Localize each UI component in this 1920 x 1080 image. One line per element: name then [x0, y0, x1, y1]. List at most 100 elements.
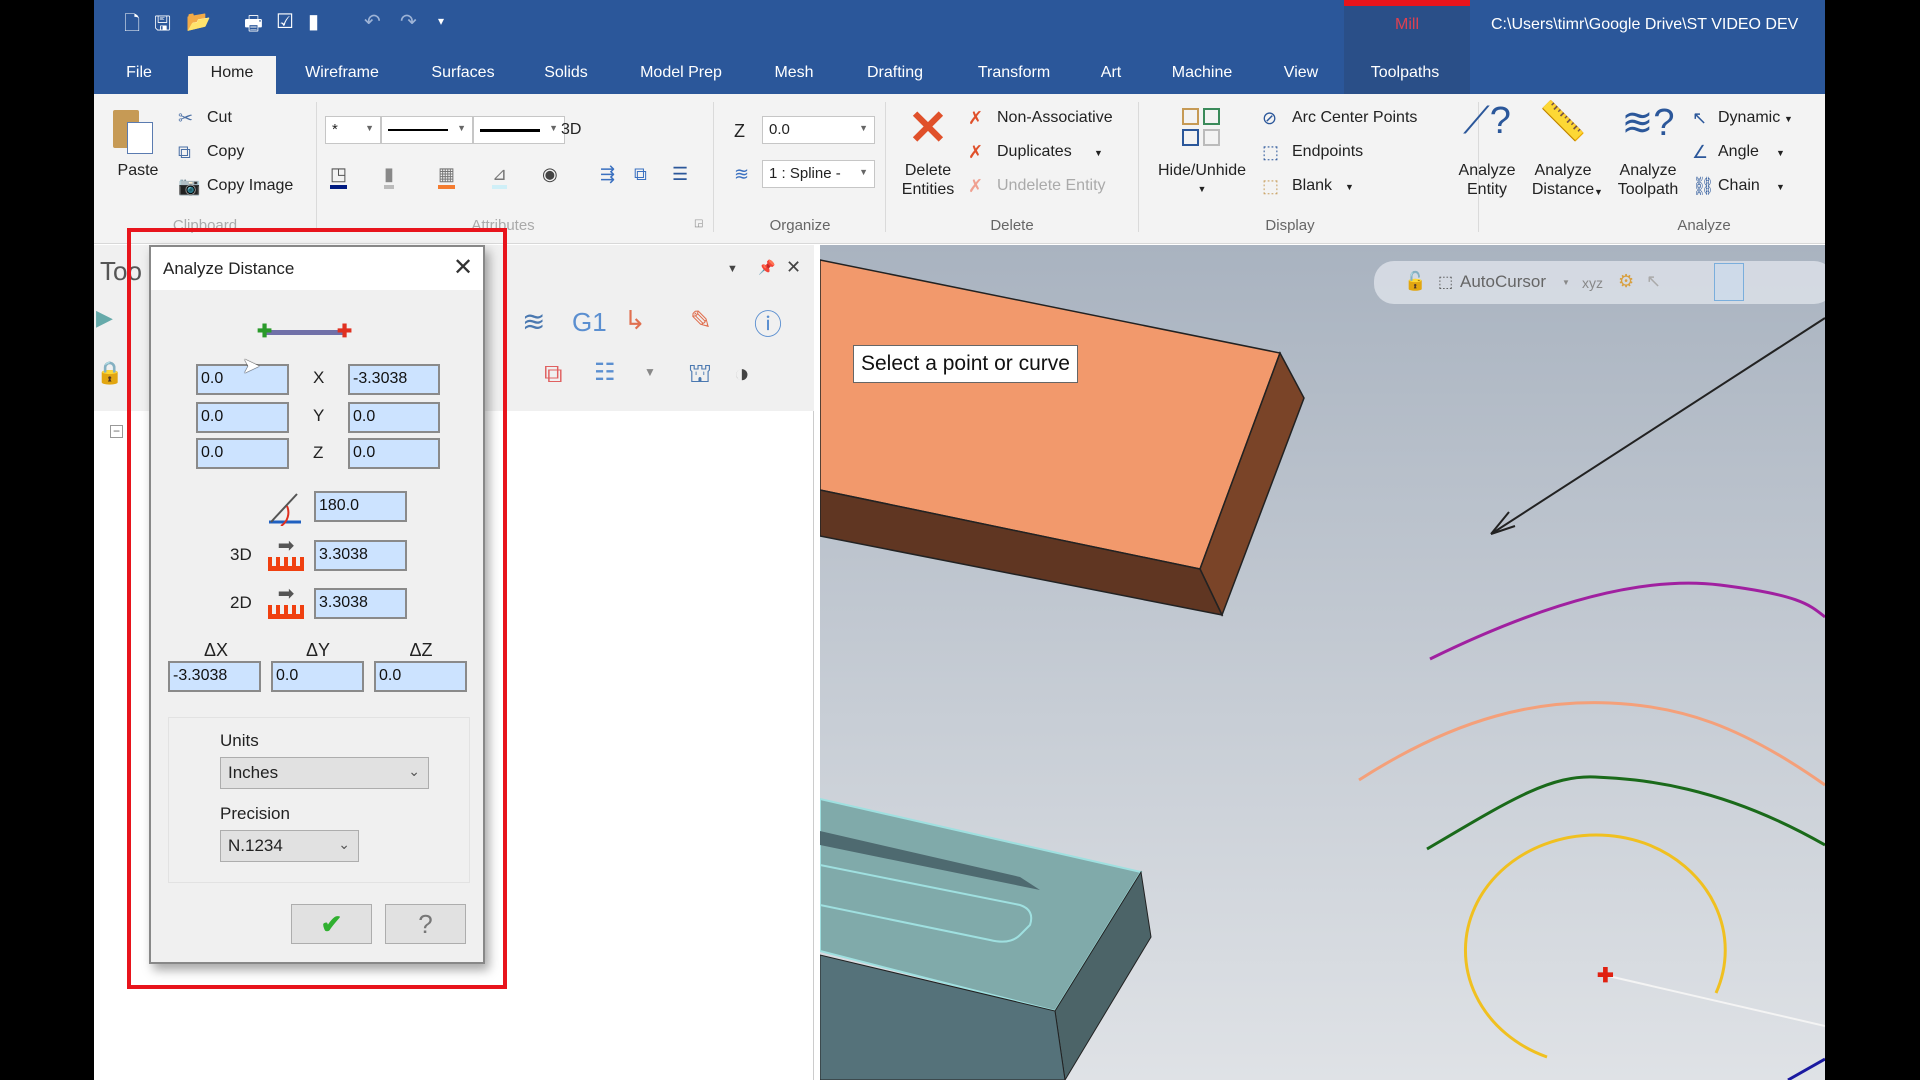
- copy-button[interactable]: Copy: [207, 143, 244, 161]
- dialog-launcher-icon[interactable]: ◲: [694, 218, 703, 229]
- arc-center-points-button[interactable]: Arc Center Points: [1292, 109, 1417, 127]
- cut-button[interactable]: Cut: [207, 109, 232, 127]
- undo-icon[interactable]: ↶: [364, 9, 381, 34]
- analyze-distance-label-1[interactable]: Analyze: [1535, 162, 1592, 180]
- level-combo[interactable]: 1 : Spline - ▼: [762, 160, 875, 188]
- hide-unhide-icon[interactable]: [1182, 108, 1222, 148]
- delete-entities-label-1[interactable]: Delete: [905, 162, 951, 180]
- new-icon[interactable]: 🗋: [124, 9, 140, 43]
- tab-drafting[interactable]: Drafting: [867, 64, 923, 82]
- lock-icon[interactable]: 🔒: [96, 360, 123, 386]
- orange-curve: [1358, 701, 1825, 787]
- endpoints-button[interactable]: Endpoints: [1292, 143, 1363, 161]
- hide-unhide-button[interactable]: Hide/Unhide: [1158, 162, 1246, 180]
- autocursor-dropdown-icon[interactable]: ▼: [1562, 278, 1570, 287]
- wireframe-color-icon[interactable]: ◳: [330, 164, 348, 189]
- save-as-icon[interactable]: ☑: [276, 9, 294, 34]
- analyze-toolpath-label-1[interactable]: Analyze: [1620, 162, 1677, 180]
- analyze-entity-icon[interactable]: ⟋?: [1463, 100, 1511, 143]
- set-all-icon[interactable]: ⇶: [600, 164, 615, 185]
- tab-model-prep[interactable]: Model Prep: [640, 64, 722, 82]
- non-associative-button[interactable]: Non-Associative: [997, 109, 1113, 127]
- customize-icon[interactable]: ▾: [438, 14, 444, 28]
- tab-transform[interactable]: Transform: [978, 64, 1050, 82]
- undelete-entity-button[interactable]: Undelete Entity: [997, 177, 1106, 195]
- line-width-combo[interactable]: ▼: [473, 116, 565, 144]
- panel-menu-icon[interactable]: ▼: [727, 263, 738, 275]
- delete-group-label: Delete: [990, 217, 1034, 234]
- graphics-viewport[interactable]: ✚ Select a point or curve 🔓 ⬚ AutoCursor…: [820, 245, 1825, 1080]
- reset-icon[interactable]: ⧉: [634, 164, 647, 185]
- dynamic-dropdown-icon[interactable]: ▼: [1784, 114, 1793, 124]
- z-depth-combo[interactable]: 0.0 ▼: [762, 116, 875, 144]
- chain-button[interactable]: Chain: [1718, 177, 1760, 195]
- print-icon[interactable]: 🖶: [244, 9, 263, 43]
- tab-art[interactable]: Art: [1101, 64, 1121, 82]
- panel-close-icon[interactable]: ✕: [786, 257, 801, 278]
- lock-icon[interactable]: 🔓: [1404, 271, 1426, 292]
- tab-view[interactable]: View: [1284, 64, 1318, 82]
- pin-icon[interactable]: 📌: [758, 259, 775, 276]
- ruler-icon[interactable]: 📏: [1539, 100, 1586, 144]
- line-style-combo[interactable]: ▼: [381, 116, 473, 144]
- tab-solids[interactable]: Solids: [544, 64, 588, 82]
- hide-unhide-dropdown-icon[interactable]: ▼: [1198, 184, 1207, 194]
- point-gear-icon[interactable]: ⚙: [1618, 271, 1634, 292]
- material-icon[interactable]: ⊿: [492, 164, 508, 189]
- tab-file[interactable]: File: [126, 64, 152, 82]
- delete-entities-label-2[interactable]: Entities: [902, 181, 954, 199]
- analyze-distance-dropdown-icon[interactable]: ▼: [1594, 187, 1603, 197]
- settings-list-icon[interactable]: ☷: [594, 358, 616, 387]
- post-arrow-icon[interactable]: ↳: [624, 305, 646, 336]
- tab-surfaces[interactable]: Surfaces: [431, 64, 494, 82]
- verify-icon[interactable]: ◑: [734, 358, 750, 389]
- xyz-button[interactable]: xyz: [1582, 275, 1603, 291]
- blank-dropdown-icon[interactable]: ▼: [1345, 182, 1354, 192]
- tab-machine[interactable]: Machine: [1172, 64, 1232, 82]
- analyze-toolpath-icon[interactable]: ≋?: [1622, 100, 1675, 145]
- copy-image-button[interactable]: Copy Image: [207, 177, 293, 195]
- g1-post-button[interactable]: G1: [572, 307, 607, 338]
- toolpath-wave-icon[interactable]: ≋: [522, 305, 545, 338]
- save-icon[interactable]: 🖫: [154, 9, 171, 43]
- help-icon[interactable]: ⓘ: [754, 303, 782, 343]
- angle-dropdown-icon[interactable]: ▼: [1776, 148, 1785, 158]
- blank-button[interactable]: Blank: [1292, 177, 1332, 195]
- open-icon[interactable]: 📂: [186, 9, 211, 34]
- arc-center-icon: ⊘: [1262, 108, 1278, 128]
- surface-color-icon[interactable]: ▦: [438, 164, 456, 189]
- selection-mode-button[interactable]: [1714, 263, 1744, 301]
- bookmark-icon[interactable]: ▮: [308, 9, 319, 34]
- tab-toolpaths[interactable]: Toolpaths: [1371, 64, 1440, 82]
- tab-wireframe[interactable]: Wireframe: [305, 64, 379, 82]
- blank-icon: ⬚: [1262, 176, 1280, 196]
- autocursor-button[interactable]: AutoCursor: [1460, 272, 1546, 292]
- simulate-icon[interactable]: ⛫: [688, 358, 712, 393]
- analyze-toolpath-label-2[interactable]: Toolpath: [1618, 181, 1679, 199]
- duplicates-button[interactable]: Duplicates: [997, 143, 1072, 161]
- analyze-distance-label-2[interactable]: Distance: [1532, 181, 1594, 199]
- analyze-entity-label-1[interactable]: Analyze: [1459, 162, 1516, 180]
- select-arrow-icon[interactable]: ↖: [1646, 271, 1661, 292]
- dynamic-button[interactable]: Dynamic: [1718, 109, 1780, 127]
- attributes-list-icon[interactable]: ☰: [672, 164, 688, 185]
- tab-mesh[interactable]: Mesh: [774, 64, 813, 82]
- delete-entities-icon[interactable]: ✕: [908, 100, 948, 156]
- analyze-entity-label-2[interactable]: Entity: [1467, 181, 1507, 199]
- edit-icon[interactable]: ✎: [690, 305, 712, 336]
- run-icon[interactable]: ▶: [96, 305, 113, 331]
- arrow-line: [1490, 317, 1825, 535]
- solid-color-icon[interactable]: ▮: [384, 164, 394, 189]
- tab-home[interactable]: Home: [211, 64, 254, 82]
- point-style-combo[interactable]: * ▼: [325, 116, 381, 144]
- backplot-icon[interactable]: ⧉: [544, 358, 563, 390]
- chain-dropdown-icon[interactable]: ▼: [1776, 182, 1785, 192]
- duplicates-dropdown-icon[interactable]: ▼: [1094, 148, 1103, 158]
- sphere-icon[interactable]: ◉: [542, 164, 558, 185]
- mode-3d-toggle[interactable]: 3D: [561, 121, 581, 139]
- redo-icon[interactable]: ↷: [400, 9, 417, 34]
- paste-button[interactable]: [111, 106, 157, 156]
- settings-dropdown-icon[interactable]: ▼: [644, 365, 656, 379]
- angle-button[interactable]: Angle: [1718, 143, 1759, 161]
- tree-collapse-icon[interactable]: −: [110, 425, 123, 438]
